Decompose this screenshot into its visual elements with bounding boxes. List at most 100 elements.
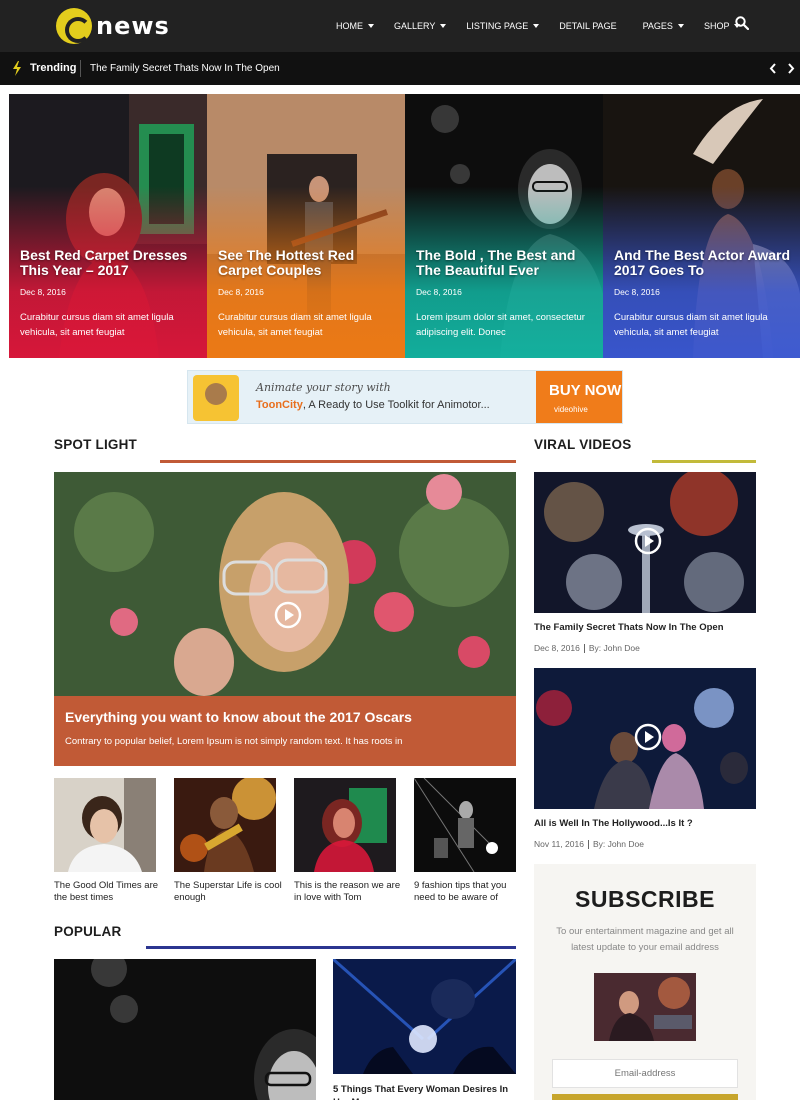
video-meta: Nov 11, 2016 By: John Doe bbox=[534, 839, 644, 850]
nav-item-listing-page[interactable]: LISTING PAGE bbox=[466, 21, 540, 31]
chevron-down-icon bbox=[440, 24, 447, 28]
buy-now-label: BUY NOW bbox=[549, 382, 622, 399]
thumb-image bbox=[294, 778, 396, 872]
hero-date: Dec 8, 2016 bbox=[416, 287, 462, 297]
video-date: Nov 11, 2016 bbox=[534, 839, 584, 849]
hero-card[interactable]: See The Hottest Red Carpet Couples Dec 8… bbox=[207, 94, 405, 358]
video-thumbnail[interactable] bbox=[534, 472, 756, 613]
chevron-down-icon bbox=[533, 24, 540, 28]
nav-item-detail-page[interactable]: DETAIL PAGE bbox=[559, 21, 616, 31]
video-title[interactable]: The Family Secret Thats Now In The Open bbox=[534, 622, 724, 633]
popular-photo bbox=[54, 959, 316, 1100]
subscribe-button[interactable] bbox=[552, 1094, 738, 1100]
hero-date: Dec 8, 2016 bbox=[614, 287, 660, 297]
nav-label: PAGES bbox=[642, 21, 673, 31]
ad-logo bbox=[193, 375, 239, 421]
hero-card[interactable]: And The Best Actor Award 2017 Goes To De… bbox=[603, 94, 800, 358]
video-title[interactable]: All is Well In The Hollywood...Is It ? bbox=[534, 818, 693, 829]
arrow-left-icon[interactable] bbox=[768, 63, 778, 74]
hero-excerpt: Curabitur cursus diam sit amet ligula ve… bbox=[614, 312, 768, 338]
subscribe-photo bbox=[594, 973, 696, 1041]
article-thumbnail[interactable] bbox=[54, 778, 156, 872]
logo-text: news bbox=[96, 12, 170, 40]
section-title-viral-videos: VIRAL VIDEOS bbox=[534, 437, 632, 452]
hero-title[interactable]: See The Hottest Red Carpet Couples bbox=[218, 248, 397, 278]
article-title[interactable]: The Good Old Times are the best times bbox=[54, 880, 164, 904]
hero-slider: Best Red Carpet Dresses This Year – 2017… bbox=[9, 94, 800, 358]
article-thumbnail[interactable] bbox=[294, 778, 396, 872]
popular-image[interactable] bbox=[333, 959, 516, 1074]
ad-tagline: Animate your story with bbox=[256, 381, 391, 394]
popular-photo bbox=[333, 959, 516, 1074]
popular-title[interactable]: 5 Things That Every Woman Desires In Her… bbox=[333, 1083, 523, 1100]
nav-item-gallery[interactable]: GALLERY bbox=[394, 21, 447, 31]
trending-headline[interactable]: The Family Secret Thats Now In The Open bbox=[90, 63, 280, 74]
hero-date: Dec 8, 2016 bbox=[218, 287, 264, 297]
article-thumbnail[interactable] bbox=[414, 778, 516, 872]
section-rule bbox=[146, 946, 516, 949]
nav-label: GALLERY bbox=[394, 21, 436, 31]
ad-description-rest: , A Ready to Use Toolkit for Animotor... bbox=[302, 399, 490, 411]
nav-label: HOME bbox=[336, 21, 363, 31]
subscribe-image bbox=[594, 973, 696, 1041]
nav-label: DETAIL PAGE bbox=[559, 21, 617, 31]
logo-mark bbox=[56, 8, 92, 44]
play-icon[interactable] bbox=[634, 527, 662, 555]
search-icon[interactable] bbox=[735, 16, 749, 30]
divider bbox=[587, 840, 589, 850]
email-field[interactable] bbox=[552, 1059, 738, 1088]
feature-caption: Everything you want to know about the 20… bbox=[54, 696, 516, 766]
chevron-down-icon bbox=[677, 24, 684, 28]
bolt-icon bbox=[13, 61, 21, 76]
hero-excerpt: Curabitur cursus diam sit amet ligula ve… bbox=[218, 312, 372, 338]
hero-card[interactable]: Best Red Carpet Dresses This Year – 2017… bbox=[9, 94, 207, 358]
nav-item-home[interactable]: HOME bbox=[336, 21, 374, 31]
main-nav: HOME GALLERY LISTING PAGE DETAIL PAGE PA… bbox=[336, 0, 760, 52]
feature-photo bbox=[54, 472, 516, 696]
ad-source: videohive bbox=[554, 405, 588, 414]
hero-title[interactable]: Best Red Carpet Dresses This Year – 2017 bbox=[20, 248, 199, 278]
video-meta: Dec 8, 2016 By: John Doe bbox=[534, 643, 640, 654]
hero-excerpt: Curabitur cursus diam sit amet ligula ve… bbox=[20, 312, 174, 338]
subscribe-title: SUBSCRIBE bbox=[575, 886, 715, 912]
section-title-spotlight: SPOT LIGHT bbox=[54, 437, 137, 452]
section-title-popular: POPULAR bbox=[54, 924, 122, 939]
thumb-image bbox=[54, 778, 156, 872]
hero-excerpt: Lorem ipsum dolor sit amet, consectetur … bbox=[416, 312, 585, 338]
article-title[interactable]: 9 fashion tips that you need to be aware… bbox=[414, 880, 524, 904]
ad-brand: ToonCity bbox=[256, 399, 303, 411]
ad-description: ToonCity, A Ready to Use Toolkit for Ani… bbox=[256, 399, 490, 411]
play-icon[interactable] bbox=[634, 723, 662, 751]
nav-item-pages[interactable]: PAGES bbox=[643, 21, 684, 31]
site-logo[interactable]: news bbox=[56, 8, 170, 44]
feature-title[interactable]: Everything you want to know about the 20… bbox=[65, 709, 412, 725]
thumb-image bbox=[174, 778, 276, 872]
divider bbox=[583, 644, 585, 654]
video-date: Dec 8, 2016 bbox=[534, 643, 580, 653]
article-title[interactable]: This is the reason we are in love with T… bbox=[294, 880, 404, 904]
trending-label: Trending bbox=[30, 62, 77, 74]
section-rule bbox=[652, 460, 756, 463]
buy-now-button[interactable]: BUY NOW videohive bbox=[536, 371, 622, 423]
play-icon[interactable] bbox=[274, 601, 302, 629]
nav-label: SHOP bbox=[703, 21, 730, 31]
hero-card[interactable]: The Bold , The Best and The Beautiful Ev… bbox=[405, 94, 603, 358]
arrow-right-icon[interactable] bbox=[786, 63, 796, 74]
popular-image[interactable] bbox=[54, 959, 316, 1100]
divider bbox=[80, 60, 81, 77]
video-thumbnail[interactable] bbox=[534, 668, 756, 809]
feature-image[interactable] bbox=[54, 472, 516, 696]
section-rule bbox=[160, 460, 516, 463]
hero-title[interactable]: And The Best Actor Award 2017 Goes To bbox=[614, 248, 792, 278]
nav-label: LISTING PAGE bbox=[466, 21, 529, 31]
subscribe-text: To our entertainment magazine and get al… bbox=[556, 926, 734, 953]
article-title[interactable]: The Superstar Life is cool enough bbox=[174, 880, 284, 904]
article-thumbnail[interactable] bbox=[174, 778, 276, 872]
video-author[interactable]: By: John Doe bbox=[593, 839, 644, 849]
hero-title[interactable]: The Bold , The Best and The Beautiful Ev… bbox=[416, 248, 595, 278]
video-author[interactable]: By: John Doe bbox=[589, 643, 640, 653]
ad-banner[interactable]: Animate your story with ToonCity, A Read… bbox=[187, 370, 623, 424]
chevron-down-icon bbox=[368, 24, 374, 28]
trending-bar: Trending The Family Secret Thats Now In … bbox=[0, 52, 800, 85]
thumb-image bbox=[414, 778, 516, 872]
